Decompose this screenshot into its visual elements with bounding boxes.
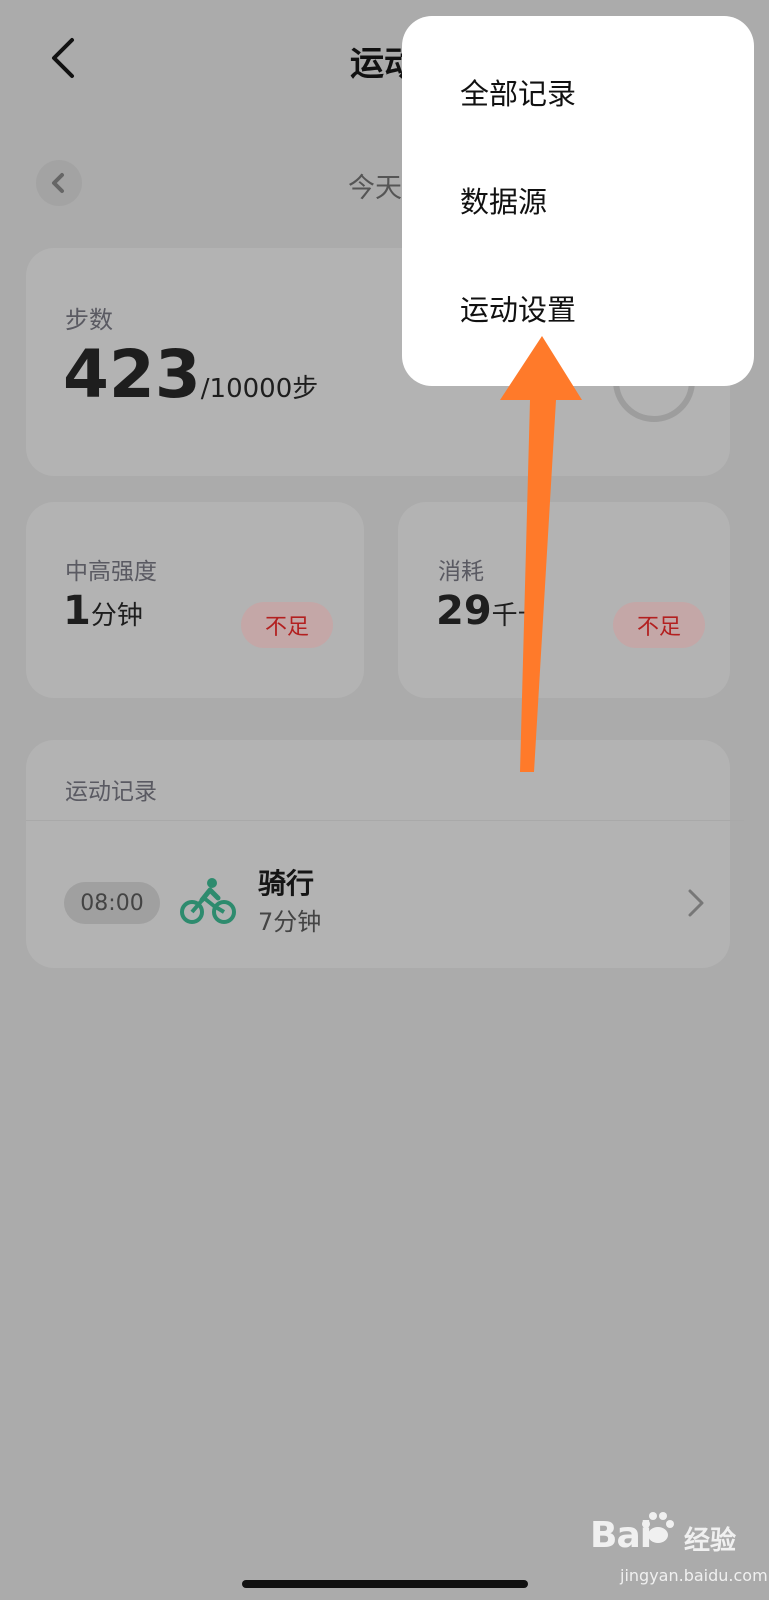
record-name: 骑行 [258, 867, 315, 900]
annotation-arrow-icon [500, 336, 582, 772]
intensity-label: 中高强度 [65, 559, 157, 585]
calories-label: 消耗 [438, 559, 484, 585]
records-title: 运动记录 [65, 779, 157, 805]
calories-status-badge: 不足 [613, 602, 705, 648]
record-time: 08:00 [64, 882, 160, 924]
bike-icon [180, 878, 236, 924]
intensity-status-badge: 不足 [241, 602, 333, 648]
menu-item-all-records[interactable]: 全部记录 [402, 38, 754, 146]
intensity-unit: 分钟 [90, 601, 143, 631]
watermark-domain: jingyan.baidu.com [620, 1566, 768, 1585]
steps-count: 423 [63, 336, 201, 413]
date-label: 今天 [348, 173, 402, 204]
intensity-value: 1分钟 [63, 588, 143, 634]
date-prev-button[interactable] [36, 160, 82, 206]
chevron-right-icon [688, 889, 704, 917]
menu-item-data-source[interactable]: 数据源 [402, 146, 754, 254]
watermark-text: 经验 [684, 1526, 737, 1556]
steps-goal: /10000步 [200, 374, 319, 404]
chevron-left-icon [52, 173, 64, 193]
paw-icon [642, 1512, 674, 1543]
back-icon[interactable] [46, 36, 80, 80]
calories-number: 29 [436, 588, 492, 634]
records-divider [26, 820, 744, 821]
intensity-number: 1 [63, 588, 91, 634]
overflow-menu: 全部记录 数据源 运动设置 [402, 16, 754, 386]
steps-label: 步数 [65, 306, 113, 334]
home-indicator[interactable] [242, 1580, 528, 1588]
steps-value: 423/10000步 [63, 335, 318, 429]
record-duration: 7分钟 [258, 908, 322, 936]
